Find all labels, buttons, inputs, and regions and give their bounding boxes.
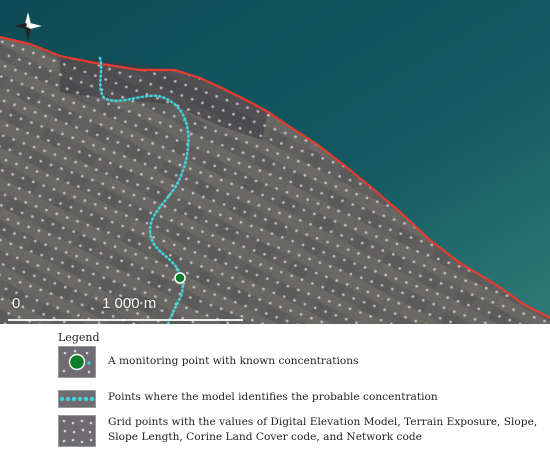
legend-item-grid-points: Grid points with the values of Digital E…: [58, 415, 538, 447]
scale-bar: [8, 319, 243, 321]
satellite-map[interactable]: 0 1 000 m: [0, 0, 550, 324]
model-points-swatch-icon: [58, 390, 96, 408]
scale-label-end: 1 000 m: [102, 295, 157, 312]
legend-item-model-points: Points where the model identifies the pr…: [58, 390, 538, 408]
grid-points-swatch-icon: [58, 415, 96, 447]
map-canvas: [0, 0, 550, 324]
legend-item-monitoring: A monitoring point with known concentrat…: [58, 346, 538, 378]
legend-title: Legend: [58, 331, 100, 344]
legend-text-grid-points: Grid points with the values of Digital E…: [108, 416, 538, 443]
legend-text-model-points: Points where the model identifies the pr…: [108, 391, 438, 403]
scale-label-start: 0: [12, 295, 21, 312]
monitoring-point-swatch-icon: [58, 346, 96, 378]
monitoring-point[interactable]: [174, 272, 186, 284]
legend-text-monitoring: A monitoring point with known concentrat…: [108, 355, 359, 367]
